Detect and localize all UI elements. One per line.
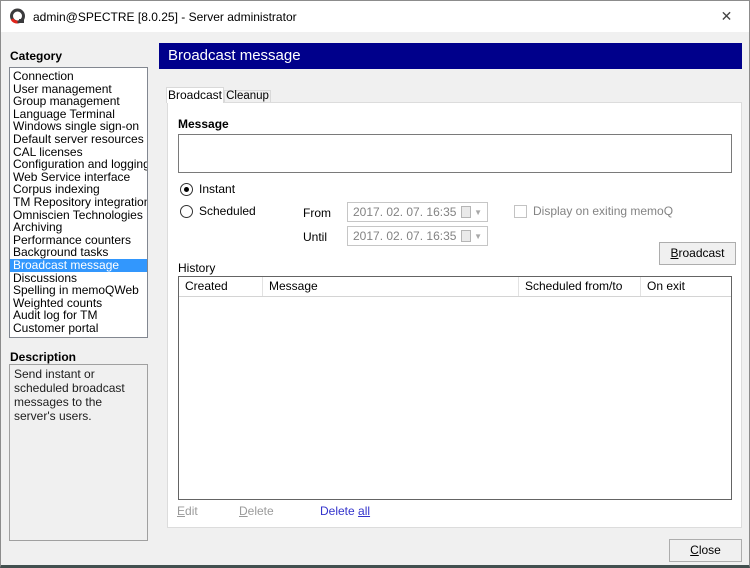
history-table-body[interactable]	[179, 297, 731, 499]
until-datetime-value: 2017. 02. 07. 16:35	[348, 229, 461, 243]
tab-cleanup[interactable]: Cleanup	[224, 90, 271, 102]
sidebar-item-configuration-and-logging[interactable]: Configuration and logging	[10, 158, 147, 171]
until-label: Until	[303, 230, 327, 244]
column-header-created[interactable]: Created	[179, 277, 263, 296]
close-button[interactable]: Close	[669, 539, 742, 562]
calendar-icon	[461, 206, 471, 218]
sidebar-item-customer-portal[interactable]: Customer portal	[10, 322, 147, 335]
category-label: Category	[10, 49, 62, 63]
dropdown-arrow-icon[interactable]: ▼	[474, 232, 482, 241]
memoq-app-icon	[9, 8, 26, 25]
display-on-exit-label: Display on exiting memoQ	[533, 204, 673, 218]
broadcast-tab-page: Message Instant Scheduled From Until 201…	[167, 102, 742, 528]
tab-broadcast[interactable]: Broadcast	[166, 87, 224, 103]
server-administrator-window: admin@SPECTRE [8.0.25] - Server administ…	[0, 0, 750, 568]
sidebar-item-connection[interactable]: Connection	[10, 70, 147, 83]
history-header-row: CreatedMessageScheduled from/toOn exit	[179, 277, 731, 297]
sidebar-item-group-management[interactable]: Group management	[10, 95, 147, 108]
category-list: ConnectionUser managementGroup managemen…	[9, 67, 148, 338]
radio-instant-circle[interactable]	[180, 183, 193, 196]
sidebar-item-broadcast-message[interactable]: Broadcast message	[10, 259, 147, 272]
window-title: admin@SPECTRE [8.0.25] - Server administ…	[33, 10, 297, 24]
from-datetime-picker[interactable]: 2017. 02. 07. 16:35 ▼	[347, 202, 488, 222]
description-label: Description	[10, 350, 76, 364]
until-datetime-picker[interactable]: 2017. 02. 07. 16:35 ▼	[347, 226, 488, 246]
sidebar-item-archiving[interactable]: Archiving	[10, 221, 147, 234]
delete-link[interactable]: Delete	[239, 504, 274, 518]
radio-scheduled-circle[interactable]	[180, 205, 193, 218]
radio-scheduled-label: Scheduled	[199, 204, 256, 218]
sidebar-item-tm-repository-integration[interactable]: TM Repository integration	[10, 196, 147, 209]
from-datetime-value: 2017. 02. 07. 16:35	[348, 205, 461, 219]
sidebar-item-audit-log-for-tm[interactable]: Audit log for TM	[10, 309, 147, 322]
display-on-exit-checkbox[interactable]	[514, 205, 527, 218]
page-title: Broadcast message	[159, 43, 742, 69]
history-table: CreatedMessageScheduled from/toOn exit	[178, 276, 732, 500]
radio-instant[interactable]: Instant	[180, 182, 235, 196]
edit-link[interactable]: Edit	[177, 504, 198, 518]
display-on-exit-checkbox-row[interactable]: Display on exiting memoQ	[514, 204, 673, 218]
broadcast-button[interactable]: Broadcast	[659, 242, 736, 265]
message-label: Message	[178, 117, 229, 131]
radio-scheduled[interactable]: Scheduled	[180, 204, 256, 218]
column-header-scheduled-from-to[interactable]: Scheduled from/to	[519, 277, 641, 296]
dropdown-arrow-icon[interactable]: ▼	[474, 208, 482, 217]
delete-all-link[interactable]: Delete all	[320, 504, 370, 518]
column-header-message[interactable]: Message	[263, 277, 519, 296]
window-close-button[interactable]: ✕	[704, 1, 749, 31]
history-label: History	[178, 261, 215, 275]
titlebar: admin@SPECTRE [8.0.25] - Server administ…	[1, 1, 749, 32]
column-header-on-exit[interactable]: On exit	[641, 277, 731, 296]
description-text: Send instant or scheduled broadcast mess…	[9, 364, 148, 541]
from-label: From	[303, 206, 331, 220]
sidebar-item-spelling-in-memoqweb[interactable]: Spelling in memoQWeb	[10, 284, 147, 297]
radio-instant-label: Instant	[199, 182, 235, 196]
message-input[interactable]	[178, 134, 732, 173]
calendar-icon	[461, 230, 471, 242]
sidebar-item-default-server-resources[interactable]: Default server resources	[10, 133, 147, 146]
